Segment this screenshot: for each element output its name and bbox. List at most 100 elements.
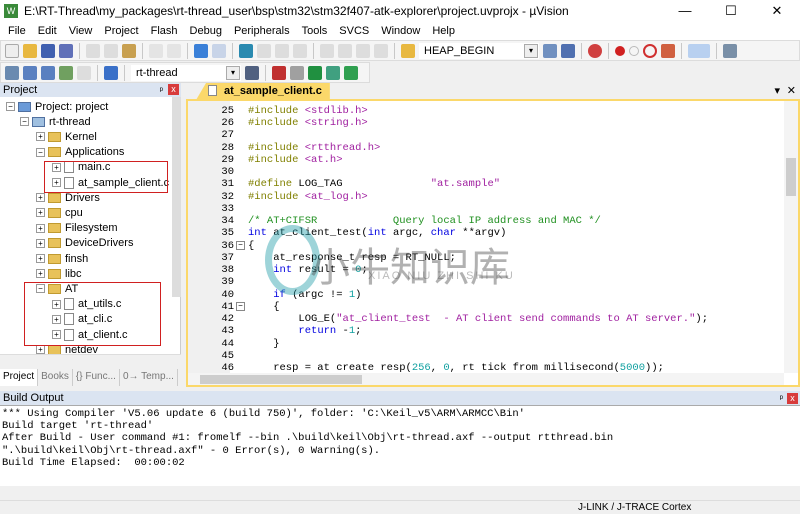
target-combo[interactable]: rt-thread ▾ <box>131 64 241 81</box>
nav-back-icon[interactable] <box>194 43 208 58</box>
tree-item[interactable]: − Applications <box>36 145 124 160</box>
expand-icon[interactable]: + <box>36 269 45 279</box>
nav-forward-icon[interactable] <box>212 43 226 58</box>
maximize-button[interactable]: ☐ <box>708 0 754 22</box>
cut-icon[interactable] <box>86 43 100 58</box>
save-icon[interactable] <box>41 43 55 58</box>
manage-packs-icon[interactable] <box>308 65 322 80</box>
minimize-button[interactable]: — <box>662 0 708 22</box>
tree-item[interactable]: − Project: project <box>6 99 108 114</box>
menu-help[interactable]: Help <box>426 25 461 37</box>
menu-debug[interactable]: Debug <box>184 25 228 37</box>
editor-hscroll-thumb[interactable] <box>200 375 362 384</box>
menu-window[interactable]: Window <box>375 25 426 37</box>
select-pack-icon[interactable] <box>326 65 340 80</box>
find-icon[interactable] <box>543 43 557 58</box>
disable-breakpoint-icon[interactable] <box>629 45 639 56</box>
next-bookmark-icon[interactable] <box>275 43 289 58</box>
menu-project[interactable]: Project <box>98 25 144 37</box>
expand-icon[interactable]: + <box>36 132 45 142</box>
comment-icon[interactable] <box>356 43 370 58</box>
tree-item[interactable]: + Kernel <box>36 129 97 144</box>
expand-icon[interactable]: + <box>36 345 45 355</box>
translate-icon[interactable] <box>5 65 19 80</box>
close-panel-icon[interactable]: x <box>168 84 179 95</box>
expand-icon[interactable]: + <box>36 208 45 218</box>
breakpoint-icon[interactable] <box>615 45 625 56</box>
prev-bookmark-icon[interactable] <box>257 43 271 58</box>
tree-scrollbar[interactable] <box>172 97 181 297</box>
close-button[interactable]: ✕ <box>754 0 800 22</box>
fold-toggle-icon[interactable]: − <box>236 301 245 311</box>
expand-icon[interactable]: + <box>36 254 45 263</box>
chevron-down-icon[interactable]: ▾ <box>226 65 240 80</box>
undo-icon[interactable] <box>149 43 163 58</box>
menu-tools[interactable]: Tools <box>296 25 334 37</box>
menu-view[interactable]: View <box>63 25 99 37</box>
paste-icon[interactable] <box>122 43 136 58</box>
pin-icon[interactable]: ᵖ <box>160 83 163 97</box>
kill-breakpoints-icon[interactable] <box>661 43 675 58</box>
download-load-icon[interactable] <box>104 65 118 80</box>
incremental-find-icon[interactable] <box>561 43 575 58</box>
pin-icon[interactable]: ᵖ <box>780 391 783 406</box>
tab-templates[interactable]: 0→ Temp... <box>120 369 178 386</box>
collapse-icon[interactable]: − <box>6 102 15 111</box>
build-icon[interactable] <box>23 65 37 80</box>
save-all-icon[interactable] <box>59 43 73 58</box>
build-output-scrollbar[interactable] <box>0 486 800 499</box>
unindent-icon[interactable] <box>338 43 352 58</box>
menu-peripherals[interactable]: Peripherals <box>228 25 296 37</box>
expand-icon[interactable]: + <box>36 193 45 203</box>
find-combo[interactable]: HEAP_BEGIN ▾ <box>419 42 539 59</box>
file-extensions-icon[interactable] <box>290 65 304 80</box>
menu-svcs[interactable]: SVCS <box>333 25 375 37</box>
clear-bookmarks-icon[interactable] <box>293 43 307 58</box>
redo-icon[interactable] <box>167 43 181 58</box>
build-output[interactable]: *** Using Compiler 'V5.06 update 6 (buil… <box>0 406 800 486</box>
editor-scroll-thumb[interactable] <box>786 158 796 196</box>
stop-build-icon[interactable] <box>77 65 91 80</box>
tab-list-icon[interactable]: ▾ <box>774 84 780 97</box>
editor-vertical-scrollbar[interactable] <box>784 101 798 373</box>
tab-project[interactable]: Project <box>0 369 39 386</box>
tree-item[interactable]: + cpu <box>36 205 83 220</box>
rebuild-icon[interactable] <box>41 65 55 80</box>
batch-build-icon[interactable] <box>59 65 73 80</box>
code-line: 44 } <box>188 338 279 350</box>
chevron-down-icon[interactable]: ▾ <box>524 43 538 58</box>
tree-item[interactable]: − rt-thread <box>20 114 91 129</box>
find-in-files-icon[interactable] <box>401 43 415 58</box>
fold-toggle-icon[interactable]: − <box>236 240 245 250</box>
open-file-icon[interactable] <box>23 43 37 58</box>
collapse-icon[interactable]: − <box>20 117 29 127</box>
configure-wrench-icon[interactable] <box>723 43 737 58</box>
menu-edit[interactable]: Edit <box>32 25 63 37</box>
close-panel-icon[interactable]: x <box>787 393 798 404</box>
new-file-icon[interactable] <box>5 43 19 58</box>
tree-item[interactable]: + finsh <box>36 251 88 266</box>
expand-icon[interactable]: + <box>36 238 45 248</box>
collapse-icon[interactable]: − <box>36 147 45 157</box>
bookmark-icon[interactable] <box>239 43 253 58</box>
close-tab-icon[interactable]: ✕ <box>787 84 796 97</box>
menu-file[interactable]: File <box>2 25 32 37</box>
tab-functions[interactable]: {} Func... <box>73 369 120 386</box>
tree-horizontal-scrollbar[interactable] <box>0 354 181 368</box>
tree-item[interactable]: + DeviceDrivers <box>36 236 133 251</box>
target-options-icon[interactable] <box>245 65 259 80</box>
tree-item[interactable]: + Filesystem <box>36 221 118 236</box>
uncomment-icon[interactable] <box>374 43 388 58</box>
indent-icon[interactable] <box>320 43 334 58</box>
tab-books[interactable]: Books <box>38 369 73 386</box>
tree-item[interactable]: + libc <box>36 266 82 281</box>
menu-flash[interactable]: Flash <box>145 25 184 37</box>
tab-at-sample-client[interactable]: at_sample_client.c <box>196 83 330 100</box>
manage-components-icon[interactable] <box>272 65 286 80</box>
debug-session-icon[interactable] <box>588 43 602 58</box>
disable-all-breakpoints-icon[interactable] <box>643 43 657 58</box>
copy-icon[interactable] <box>104 43 118 58</box>
window-layout-icon[interactable] <box>688 43 710 58</box>
expand-icon[interactable]: + <box>36 223 45 233</box>
pack-installer-icon[interactable] <box>344 65 358 80</box>
